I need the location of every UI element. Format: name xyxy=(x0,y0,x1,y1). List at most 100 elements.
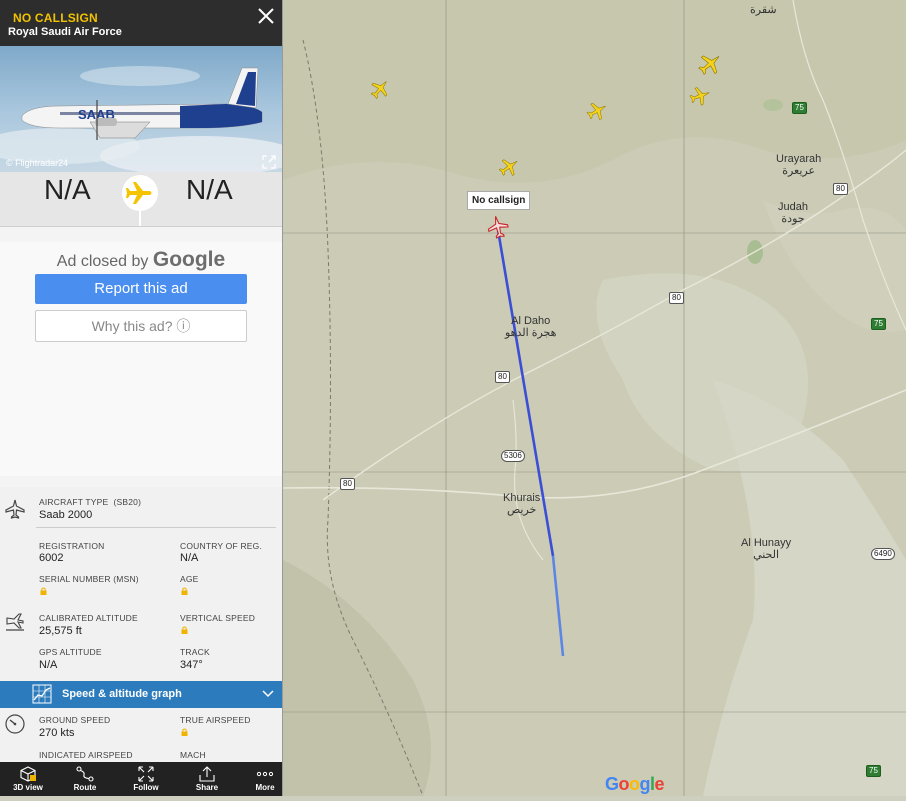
aircraft-callout-label[interactable]: No callsign xyxy=(467,191,531,210)
road-shield: 80 xyxy=(833,183,848,195)
registration-label: REGISTRATION xyxy=(39,541,105,551)
speed-altitude-graph-toggle[interactable]: Speed & altitude graph xyxy=(0,681,282,708)
more-icon xyxy=(256,771,274,777)
ground-speed-value: 270 kts xyxy=(39,727,75,739)
aircraft-type-label: AIRCRAFT TYPE (SB20) xyxy=(39,497,141,507)
3d-view-button[interactable]: 3D view xyxy=(0,762,56,796)
place-aldaho-ar: هجرة الدهو xyxy=(505,327,557,339)
report-ad-button[interactable]: Report this ad xyxy=(35,274,247,304)
route-summary: N/A N/A xyxy=(0,172,282,227)
place-shaqra: شقرة xyxy=(750,4,777,16)
place-urayarah-en: Urayarah xyxy=(776,153,822,165)
flight-callsign: NO CALLSIGN xyxy=(13,11,98,25)
place-aldaho: Al Daho هجرة الدهو xyxy=(505,315,556,339)
chevron-down-icon xyxy=(262,690,274,698)
place-aldaho-en: Al Daho xyxy=(511,315,551,327)
origin-airport[interactable]: N/A xyxy=(44,174,91,206)
expand-photo-icon[interactable] xyxy=(262,155,276,169)
photo-credit[interactable]: © Flightradar24 xyxy=(6,158,68,168)
google-attribution-letter: o xyxy=(629,774,640,794)
registration-value: 6002 xyxy=(39,552,64,564)
aircraft-type-code: (SB20) xyxy=(113,497,142,507)
speedometer-icon xyxy=(5,714,25,734)
place-urayarah: Urayarah عريعرة xyxy=(776,153,821,177)
road-shield: 80 xyxy=(495,371,510,383)
road-shield: 75 xyxy=(792,102,807,114)
why-this-ad-button[interactable]: Why this ad? ⓘ xyxy=(35,310,247,342)
lock-icon[interactable] xyxy=(40,587,47,595)
flight-info-panel: NO CALLSIGN Royal Saudi Air Force © Flig… xyxy=(0,0,283,796)
aircraft-icon xyxy=(5,499,25,519)
ad-container: Ad closed by Google Report this ad Why t… xyxy=(0,242,282,476)
vertical-speed-label: VERTICAL SPEED xyxy=(180,613,256,623)
lock-icon[interactable] xyxy=(181,626,188,634)
age-label: AGE xyxy=(180,574,199,584)
true-airspeed-label: TRUE AIRSPEED xyxy=(180,715,251,725)
google-attribution-letter: e xyxy=(654,774,665,794)
aircraft-photo-image: SAAB xyxy=(0,46,282,172)
place-urayarah-ar: عريعرة xyxy=(782,165,816,177)
road-shield: 6490 xyxy=(871,548,895,560)
route-button[interactable]: Route xyxy=(57,762,113,796)
3d-view-label: 3D view xyxy=(13,783,43,792)
ground-speed-label: GROUND SPEED xyxy=(39,715,111,725)
road-shield: 75 xyxy=(871,318,886,330)
aircraft-type-value: Saab 2000 xyxy=(39,509,93,521)
graph-icon xyxy=(32,684,52,704)
place-judah: Judah جودة xyxy=(778,201,808,225)
country-label: COUNTRY OF REG. xyxy=(180,541,263,551)
destination-airport[interactable]: N/A xyxy=(186,174,233,206)
place-judah-en: Judah xyxy=(778,201,808,213)
calibrated-altitude-value: 25,575 ft xyxy=(39,625,82,637)
route-label: Route xyxy=(73,783,97,792)
bottom-toolbar: 3D view Route Follow Share More xyxy=(0,762,282,796)
aircraft-photo[interactable]: SAAB © Flightradar24 xyxy=(0,46,282,172)
place-alhunayy-en: Al Hunayy xyxy=(741,537,792,549)
calibrated-altitude-label: CALIBRATED ALTITUDE xyxy=(39,613,138,623)
ad-closed-message: Ad closed by Google xyxy=(0,248,282,272)
map-view[interactable]: شقرة Urayarah عريعرة Judah جودة Al Daho … xyxy=(282,0,906,797)
lock-icon[interactable] xyxy=(181,728,188,736)
cube-icon xyxy=(20,766,36,782)
aircraft-details: AIRCRAFT TYPE (SB20) Saab 2000 REGISTRAT… xyxy=(0,487,282,681)
route-plane-icon xyxy=(122,175,158,211)
lock-icon[interactable] xyxy=(181,587,188,595)
indicated-airspeed-label: INDICATED AIRSPEED xyxy=(39,750,133,760)
more-button[interactable]: More xyxy=(237,762,282,796)
share-icon xyxy=(199,766,215,782)
road-shield: 80 xyxy=(669,292,684,304)
share-label: Share xyxy=(195,783,219,792)
share-button[interactable]: Share xyxy=(179,762,235,796)
country-value: N/A xyxy=(180,552,199,564)
route-icon xyxy=(76,766,94,782)
serial-number-label: SERIAL NUMBER (MSN) xyxy=(39,574,139,584)
google-attribution-letter: G xyxy=(605,774,619,794)
place-khurais: Khurais خريص xyxy=(503,492,540,516)
place-khurais-ar: خريص xyxy=(506,504,537,516)
place-alhunayy-ar: الحني xyxy=(753,549,780,561)
aircraft-type-label-text: AIRCRAFT TYPE xyxy=(39,497,109,507)
place-alhunayy: Al Hunayy الحني xyxy=(741,537,791,561)
google-attribution-letter: g xyxy=(639,774,651,794)
more-label: More xyxy=(255,783,275,792)
gps-altitude-value: N/A xyxy=(39,659,58,671)
follow-button[interactable]: Follow xyxy=(118,762,174,796)
follow-icon xyxy=(138,766,154,782)
google-wordmark: Google xyxy=(152,248,226,271)
gps-altitude-label: GPS ALTITUDE xyxy=(39,647,102,657)
mach-label: MACH xyxy=(180,750,206,760)
road-shield: 5306 xyxy=(501,450,525,462)
graph-label: Speed & altitude graph xyxy=(62,688,182,700)
road-shield: 75 xyxy=(866,765,881,777)
divider xyxy=(36,527,276,528)
speed-details: GROUND SPEED 270 kts TRUE AIRSPEED INDIC… xyxy=(0,708,282,762)
place-khurais-en: Khurais xyxy=(503,492,541,504)
route-divider xyxy=(139,211,141,226)
ad-closed-text: Ad closed by xyxy=(56,253,149,270)
airline-name: Royal Saudi Air Force xyxy=(8,26,122,38)
close-icon[interactable] xyxy=(256,6,276,26)
panel-header: NO CALLSIGN Royal Saudi Air Force xyxy=(0,0,282,46)
altitude-icon xyxy=(6,613,24,631)
track-label: TRACK xyxy=(180,647,210,657)
google-attribution-logo[interactable]: Google xyxy=(605,774,665,795)
